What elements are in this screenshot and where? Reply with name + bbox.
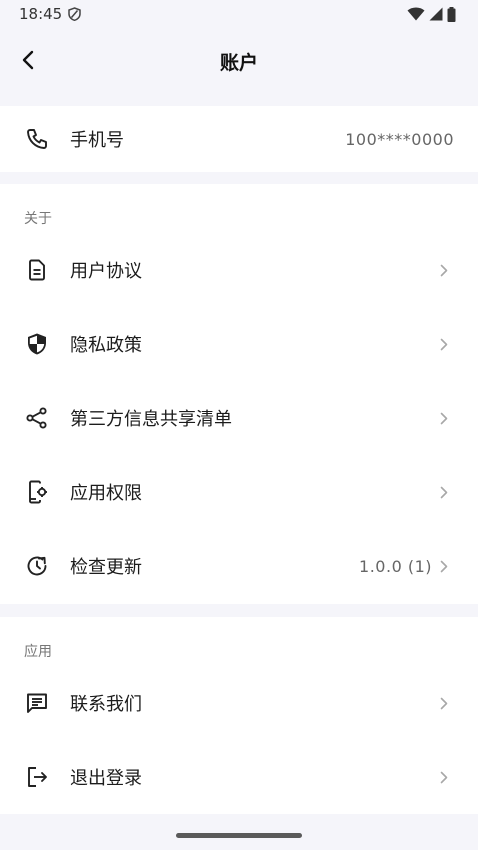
logout-label: 退出登录 xyxy=(70,768,142,789)
app-list: 联系我们 退出登录 xyxy=(0,666,478,814)
about-list: 用户协议 隐私政策 第三方信息共享清单 应用权限 检查更新 1.0.0 (1) xyxy=(0,233,478,603)
third-party-sharing-row[interactable]: 第三方信息共享清单 xyxy=(0,381,478,455)
phone-icon xyxy=(24,126,50,152)
privacy-policy-label: 隐私政策 xyxy=(70,335,142,356)
app-card: 应用 联系我们 退出登录 xyxy=(0,617,478,814)
third-party-sharing-label: 第三方信息共享清单 xyxy=(70,409,232,430)
chevron-left-icon xyxy=(21,50,35,70)
battery-icon xyxy=(447,6,456,22)
chevron-right-icon xyxy=(438,263,450,277)
page-title: 账户 xyxy=(219,51,258,74)
logout-row[interactable]: 退出登录 xyxy=(0,740,478,814)
shield-icon xyxy=(24,331,50,357)
phone-label: 手机号 xyxy=(70,130,124,151)
check-update-label: 检查更新 xyxy=(70,557,142,578)
logout-icon xyxy=(24,764,50,790)
document-icon xyxy=(24,257,50,283)
update-icon xyxy=(24,553,50,579)
app-section-label: 应用 xyxy=(24,644,52,660)
chevron-right-icon xyxy=(438,559,450,573)
chevron-right-icon xyxy=(438,485,450,499)
device-settings-icon xyxy=(24,479,50,505)
app-header: 账户 xyxy=(0,28,478,94)
chevron-right-icon xyxy=(438,411,450,425)
about-section-label: 关于 xyxy=(24,211,52,227)
chat-icon xyxy=(24,690,50,716)
status-time: 18:45 xyxy=(19,5,63,23)
share-icon xyxy=(24,405,50,431)
contact-us-label: 联系我们 xyxy=(70,694,142,715)
chevron-right-icon xyxy=(438,696,450,710)
status-right xyxy=(407,6,456,22)
app-permissions-row[interactable]: 应用权限 xyxy=(0,455,478,529)
about-card: 关于 用户协议 隐私政策 第三方信息共享清单 应用权限 检查更新 1.0.0 (… xyxy=(0,184,478,604)
contact-us-row[interactable]: 联系我们 xyxy=(0,666,478,740)
user-agreement-row[interactable]: 用户协议 xyxy=(0,233,478,307)
chevron-right-icon xyxy=(438,337,450,351)
vpn-shield-icon xyxy=(68,7,81,21)
home-indicator[interactable] xyxy=(176,833,302,838)
cellular-signal-icon xyxy=(429,7,443,21)
wifi-icon xyxy=(407,7,425,21)
status-left: 18:45 xyxy=(19,5,81,23)
phone-card: 手机号 100****0000 xyxy=(0,106,478,172)
app-permissions-label: 应用权限 xyxy=(70,483,142,504)
back-button[interactable] xyxy=(14,46,42,74)
check-update-row[interactable]: 检查更新 1.0.0 (1) xyxy=(0,529,478,603)
phone-row[interactable]: 手机号 100****0000 xyxy=(0,106,478,172)
status-bar: 18:45 xyxy=(0,0,478,28)
app-version: 1.0.0 (1) xyxy=(359,556,432,576)
privacy-policy-row[interactable]: 隐私政策 xyxy=(0,307,478,381)
user-agreement-label: 用户协议 xyxy=(70,261,142,282)
phone-value: 100****0000 xyxy=(345,129,454,149)
chevron-right-icon xyxy=(438,770,450,784)
